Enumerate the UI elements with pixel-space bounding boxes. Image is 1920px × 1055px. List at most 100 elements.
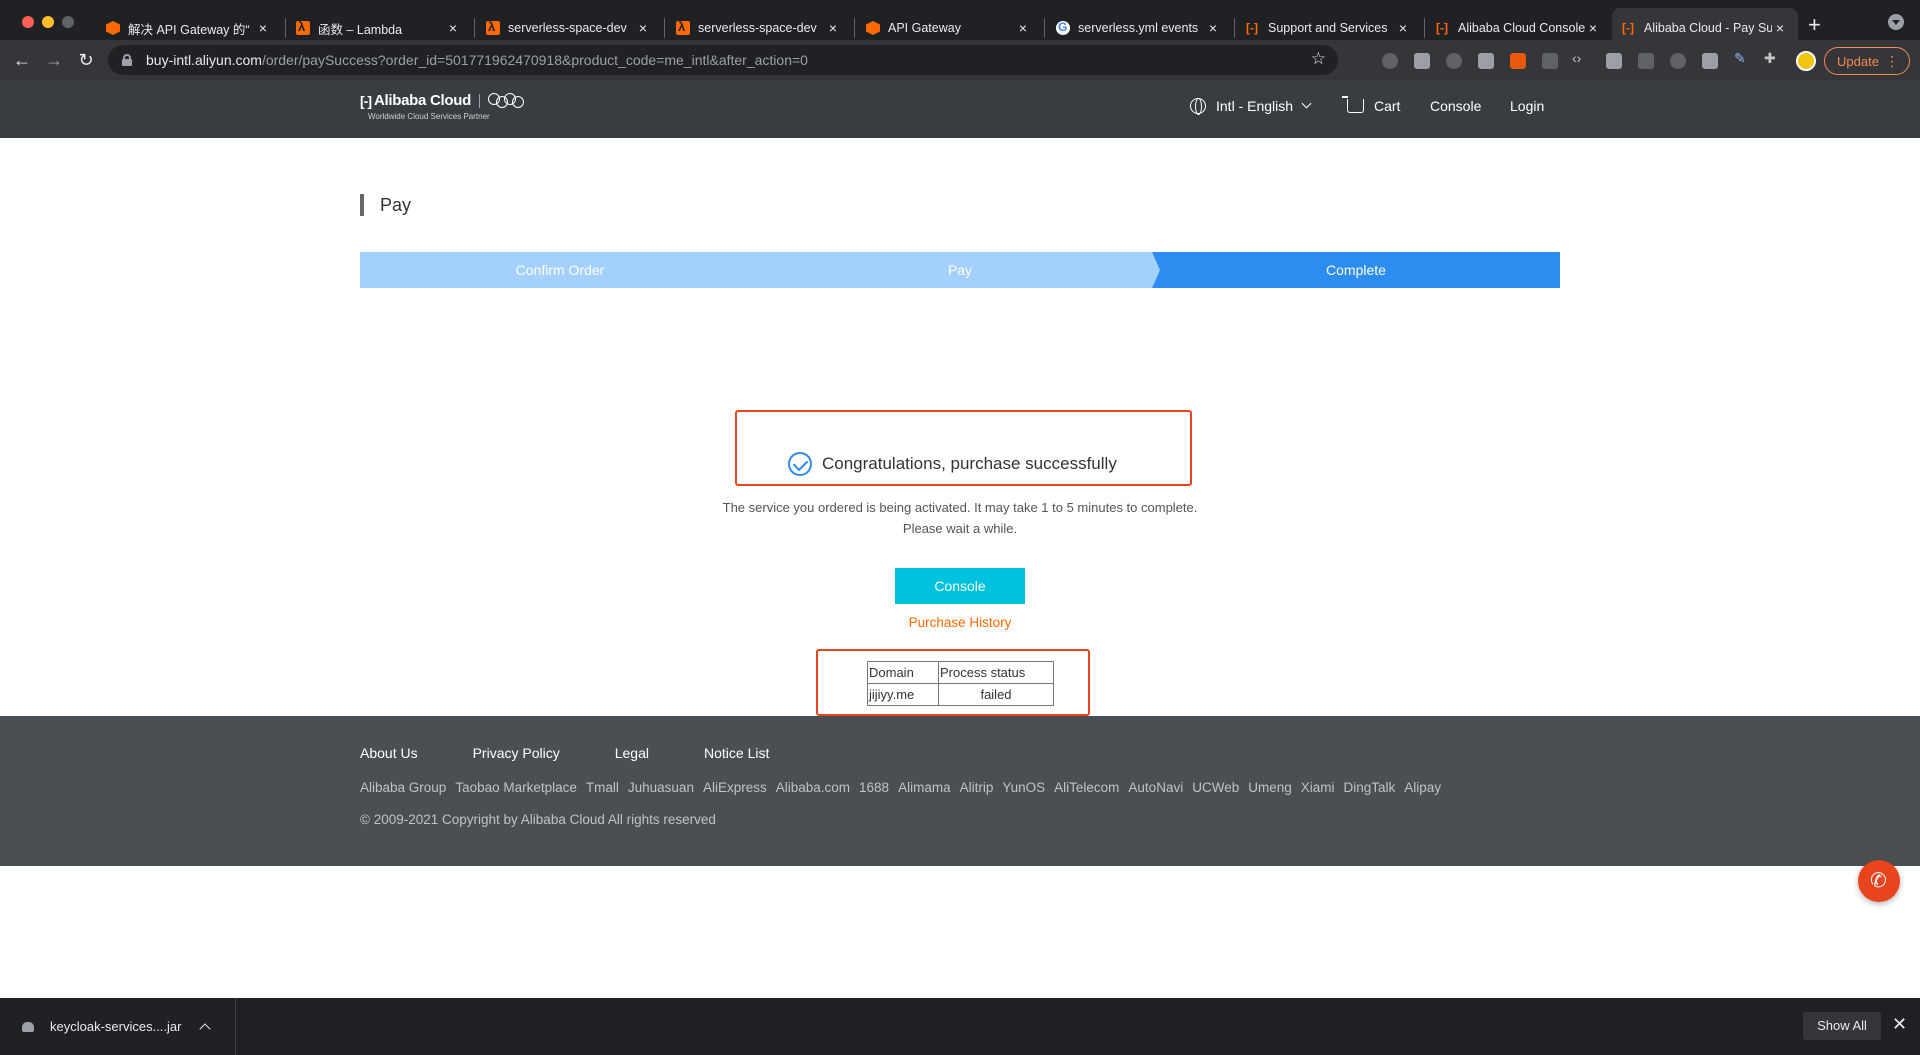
group-link[interactable]: Xiami (1301, 780, 1335, 795)
show-all-button[interactable]: Show All (1803, 1012, 1881, 1040)
close-icon[interactable]: ✕ (1892, 1014, 1907, 1035)
console-button[interactable]: Console (895, 568, 1025, 604)
footer-link-about-us[interactable]: About Us (360, 745, 418, 761)
new-tab-icon[interactable]: + (1808, 12, 1821, 38)
tab-separator (1234, 18, 1235, 38)
group-link[interactable]: Alimama (898, 780, 951, 795)
update-button[interactable]: Update ⋮ (1824, 47, 1910, 75)
update-label: Update (1837, 53, 1879, 69)
tab-close-icon[interactable]: × (1772, 20, 1788, 36)
extension-icon[interactable] (1478, 53, 1494, 69)
window-maximize-button[interactable] (62, 16, 74, 28)
cart-label: Cart (1374, 98, 1401, 114)
group-link[interactable]: UCWeb (1192, 780, 1239, 795)
tab-title: API Gateway (888, 21, 961, 35)
address-bar[interactable]: buy-intl.aliyun.com/order/paySuccess?ord… (108, 45, 1338, 75)
phone-icon[interactable] (1858, 860, 1900, 902)
group-link[interactable]: Alitrip (960, 780, 994, 795)
extension-icon[interactable] (1670, 53, 1686, 69)
lock-icon[interactable] (122, 54, 132, 66)
extension-icon[interactable] (1606, 53, 1622, 69)
extension-icon[interactable] (1638, 53, 1654, 69)
bookmark-star-icon[interactable]: ☆ (1311, 49, 1326, 69)
language-selector[interactable]: Intl - English (1190, 98, 1312, 115)
alibaba-cloud-icon: [-] (360, 92, 372, 109)
file-icon (22, 1021, 34, 1032)
group-link[interactable]: AliExpress (703, 780, 767, 795)
tab-title: serverless.yml events (1078, 21, 1199, 35)
group-link[interactable]: AliTelecom (1054, 780, 1119, 795)
logo-tagline: Worldwide Cloud Services Partner (368, 112, 490, 121)
table-header-row: Domain Process status (867, 661, 1054, 684)
more-menu-icon[interactable]: ⋮ (1885, 52, 1899, 70)
extension-icon[interactable] (1510, 53, 1526, 69)
cart-link[interactable]: Cart (1342, 96, 1401, 114)
profile-avatar-icon[interactable] (1796, 51, 1816, 71)
tab-separator (664, 18, 665, 38)
chevron-down-icon (1301, 98, 1312, 109)
purchase-history-link[interactable]: Purchase History (860, 615, 1060, 630)
back-arrow-icon[interactable]: ← (10, 48, 34, 72)
tab-close-icon[interactable]: × (255, 20, 271, 36)
login-link[interactable]: Login (1510, 98, 1544, 114)
footer-link-notice-list[interactable]: Notice List (704, 745, 769, 761)
hexagon-icon (866, 21, 880, 35)
tab-title: 函数 – Lambda (318, 22, 403, 37)
tab-search-icon[interactable] (1888, 14, 1904, 30)
alibaba-cloud-icon: [-] (1622, 21, 1634, 35)
group-link[interactable]: Alibaba.com (776, 780, 850, 795)
tab-title: Support and Services (1268, 21, 1388, 35)
group-link[interactable]: Tmall (586, 780, 619, 795)
window-minimize-button[interactable] (42, 16, 54, 28)
window-close-button[interactable] (22, 16, 34, 28)
group-link[interactable]: DingTalk (1344, 780, 1396, 795)
check-circle-icon (788, 452, 812, 476)
tab-close-icon[interactable]: × (1395, 20, 1411, 36)
tab-close-icon[interactable]: × (445, 20, 461, 36)
group-link[interactable]: 1688 (859, 780, 889, 795)
tab-close-icon[interactable]: × (635, 20, 651, 36)
step-confirm-order: Confirm Order (360, 252, 760, 288)
group-links: Alibaba Group Taobao Marketplace Tmall J… (360, 780, 1450, 795)
font-icon[interactable] (1702, 53, 1718, 69)
column-header: Process status (938, 661, 1054, 684)
group-link[interactable]: Juhuasuan (628, 780, 694, 795)
group-link[interactable]: Taobao Marketplace (455, 780, 577, 795)
url-host: buy-intl.aliyun.com (146, 52, 262, 68)
column-header: Domain (867, 661, 939, 684)
header-console-link[interactable]: Console (1430, 98, 1481, 114)
wrench-icon[interactable]: ✎ (1734, 50, 1746, 67)
group-link[interactable]: AutoNavi (1128, 780, 1183, 795)
group-link[interactable]: Umeng (1248, 780, 1292, 795)
tab-close-icon[interactable]: × (1585, 20, 1601, 36)
footer-link-privacy-policy[interactable]: Privacy Policy (473, 745, 560, 761)
tab-title: Alibaba Cloud Console (1458, 21, 1585, 35)
alibaba-cloud-icon: [-] (1246, 21, 1258, 35)
puzzle-icon[interactable]: ✚ (1764, 50, 1776, 67)
chevron-up-icon[interactable] (199, 1023, 212, 1035)
table-row: jijiyy.me failed (867, 683, 1054, 706)
tab-close-icon[interactable]: × (825, 20, 841, 36)
extension-icon[interactable] (1542, 53, 1558, 69)
extension-icon[interactable] (1382, 53, 1398, 69)
language-label: Intl - English (1216, 98, 1294, 114)
step-complete: Complete (1152, 252, 1560, 288)
tab-separator (1044, 18, 1045, 38)
group-link[interactable]: Alipay (1404, 780, 1441, 795)
group-link[interactable]: Alibaba Group (360, 780, 446, 795)
extension-icon[interactable] (1446, 53, 1462, 69)
step-pay: Pay (760, 252, 1160, 288)
forward-arrow-icon[interactable]: → (42, 48, 66, 72)
camera-icon[interactable] (1414, 53, 1430, 69)
footer-link-legal[interactable]: Legal (615, 745, 649, 761)
download-item[interactable]: keycloak-services....jar (0, 998, 236, 1055)
group-link[interactable]: YunOS (1002, 780, 1045, 795)
status-cell: failed (938, 683, 1054, 706)
tab-close-icon[interactable]: × (1205, 20, 1221, 36)
copyright: © 2009-2021 Copyright by Alibaba Cloud A… (360, 812, 716, 827)
tab-close-icon[interactable]: × (1015, 20, 1031, 36)
tab-separator (854, 18, 855, 38)
reload-icon[interactable]: ↻ (74, 48, 98, 72)
code-icon[interactable]: ‹› (1572, 50, 1581, 66)
alibaba-cloud-logo[interactable]: [-] Alibaba Cloud Worldwide Cloud Servic… (360, 92, 524, 121)
